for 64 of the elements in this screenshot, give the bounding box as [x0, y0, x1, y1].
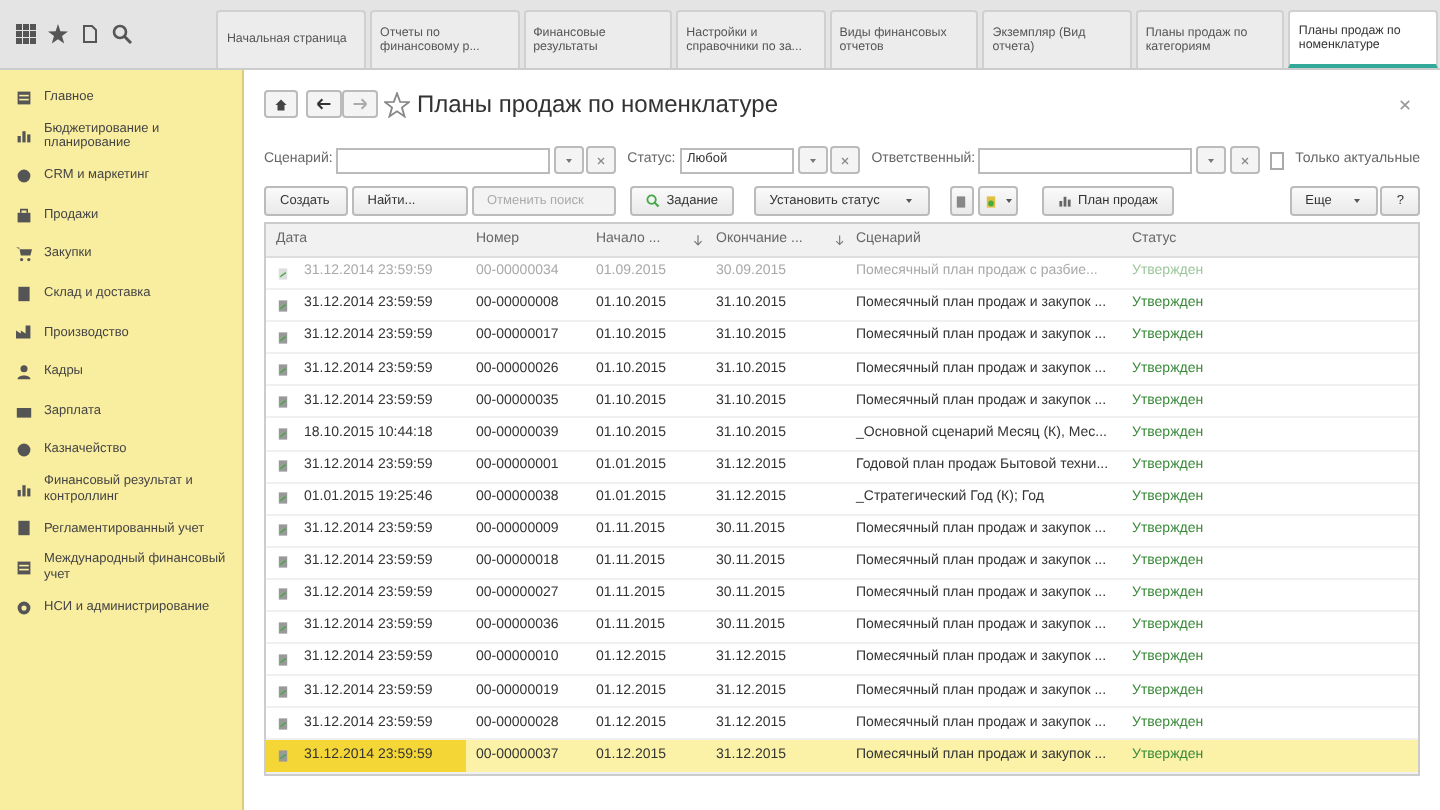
clear-button[interactable] — [1229, 146, 1260, 174]
star-icon[interactable] — [48, 24, 68, 44]
document-icon — [276, 683, 290, 700]
document-icon — [276, 297, 290, 314]
home-button[interactable] — [264, 90, 298, 118]
document-icon — [276, 361, 290, 378]
caret-icon — [1206, 155, 1216, 165]
bar-chart-icon — [16, 481, 32, 498]
filter-field[interactable] — [978, 147, 1193, 173]
back-button[interactable] — [305, 90, 341, 118]
document-icon — [276, 619, 290, 636]
document-button[interactable] — [949, 186, 975, 216]
list-icon — [16, 89, 32, 106]
person-icon — [16, 363, 32, 380]
circle-icon — [16, 167, 32, 184]
chart-icon — [1058, 194, 1073, 208]
close-icon — [1398, 97, 1412, 111]
factory-icon — [16, 324, 32, 341]
caret-icon — [807, 155, 818, 165]
document-icon — [276, 715, 290, 732]
document-icon — [276, 522, 290, 539]
clear-button[interactable] — [586, 146, 617, 174]
document-icon — [276, 393, 290, 410]
bar-chart-icon — [16, 128, 32, 145]
document-icon — [276, 458, 290, 475]
checkbox[interactable] — [1270, 151, 1285, 169]
caret-icon — [1351, 196, 1362, 206]
document-icon — [276, 490, 290, 507]
document-icon — [276, 747, 290, 764]
filter-field[interactable] — [336, 147, 550, 173]
caret-icon — [903, 196, 914, 206]
document-icon — [954, 193, 969, 209]
magnifier-icon — [646, 194, 661, 208]
document-icon — [276, 554, 290, 571]
forward-arrow-icon — [351, 96, 367, 112]
caret-icon — [1003, 196, 1014, 206]
clear-icon — [840, 155, 851, 165]
bag-icon — [16, 207, 32, 224]
clear-button[interactable] — [830, 146, 861, 174]
document-icon — [276, 265, 290, 282]
form-title: Планы продаж по номенклатуре — [417, 88, 779, 122]
list-icon — [16, 559, 32, 576]
clear-icon — [596, 155, 607, 165]
apps-icon[interactable] — [16, 24, 36, 44]
sort-arrow-icon — [834, 234, 846, 246]
dropdown-button[interactable] — [553, 146, 584, 174]
search-icon[interactable] — [112, 24, 132, 44]
circle-icon — [16, 442, 32, 459]
back-arrow-icon — [315, 96, 331, 112]
document-icon — [276, 329, 290, 346]
document-icon — [276, 586, 290, 603]
document-icon — [276, 651, 290, 668]
caret-icon — [563, 155, 574, 165]
gear-icon — [16, 599, 32, 616]
home-icon — [274, 97, 288, 111]
document-icon — [276, 426, 290, 443]
clear-icon — [1239, 155, 1250, 165]
sort-arrow-icon — [692, 234, 705, 246]
dropdown-button[interactable] — [1196, 146, 1226, 174]
report-button[interactable] — [977, 186, 1019, 216]
dropdown-button[interactable] — [797, 146, 828, 174]
cart-icon — [16, 246, 32, 263]
favorite-star-icon[interactable] — [384, 91, 410, 117]
report-icon — [983, 193, 998, 209]
